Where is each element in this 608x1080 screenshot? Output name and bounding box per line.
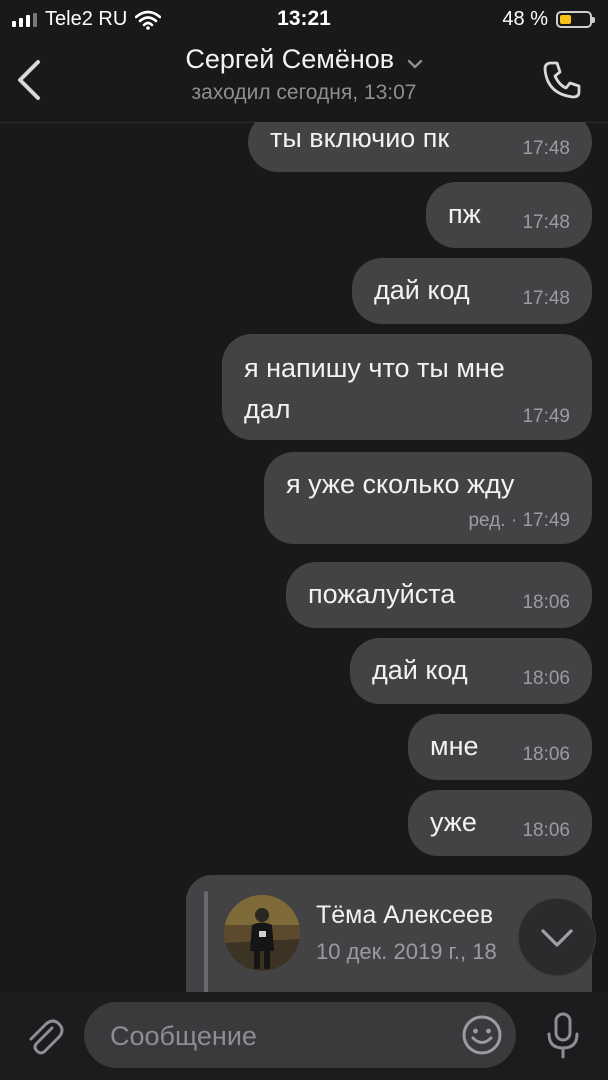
message-bubble[interactable]: уже 18:06 <box>408 790 592 856</box>
forward-quote-bar <box>204 891 208 992</box>
microphone-icon <box>547 1012 579 1059</box>
message-bubble[interactable]: дай код 18:06 <box>350 638 592 704</box>
message-bubble[interactable]: мне 18:06 <box>408 714 592 780</box>
battery-fill <box>560 15 572 24</box>
message-text: мне <box>430 731 479 761</box>
call-button[interactable] <box>540 58 584 102</box>
phone-icon <box>543 61 581 99</box>
message-time: 17:49 <box>522 406 570 427</box>
message-time: 17:48 <box>522 288 570 309</box>
message-time: 17:48 <box>522 138 570 159</box>
contact-name: Сергей Семёнов <box>185 44 395 74</box>
status-bar: Tele2 RU 13:21 48 % <box>0 0 608 40</box>
last-seen: заходил сегодня, 13:07 <box>191 81 417 104</box>
message-text: я напишу что ты мне <box>244 353 505 383</box>
message-input[interactable] <box>108 1002 450 1070</box>
avatar-photo <box>224 895 300 971</box>
message-text: дай код <box>372 655 468 685</box>
message-bubble[interactable]: я уже сколько жду ред. · 17:49 <box>264 452 592 544</box>
scroll-down-button[interactable] <box>518 898 596 976</box>
message-time: 17:48 <box>522 212 570 233</box>
composer <box>0 992 608 1080</box>
chevron-down-icon <box>541 929 573 947</box>
paperclip-icon <box>29 1019 64 1055</box>
emoji-icon <box>462 1015 502 1055</box>
chat-header: Сергей Семёнов заходил сегодня, 13:07 <box>0 40 608 123</box>
message-text-line2: дал <box>244 394 291 424</box>
message-text: пж <box>448 199 481 229</box>
forward-author: Тёма Алексеев <box>316 901 494 929</box>
message-text: я уже сколько жду <box>286 469 515 499</box>
message-bubble[interactable]: ты включио пк 17:48 <box>248 122 592 172</box>
status-right: 48 % <box>502 8 595 31</box>
avatar[interactable] <box>224 895 300 971</box>
message-text: ты включио пк <box>270 123 450 153</box>
message-time: 18:06 <box>522 744 570 765</box>
message-bubble[interactable]: пж 17:48 <box>426 182 592 248</box>
message-text: пожалуйста <box>308 579 456 609</box>
emoji-button[interactable] <box>460 1013 504 1057</box>
battery-percent: 48 % <box>502 8 548 30</box>
microphone-button[interactable] <box>540 1010 586 1062</box>
message-time: 18:06 <box>522 668 570 689</box>
message-text: уже <box>430 807 477 837</box>
message-bubble[interactable]: пожалуйста 18:06 <box>286 562 592 628</box>
message-bubble[interactable]: дай код 17:48 <box>352 258 592 324</box>
message-time: 18:06 <box>522 820 570 841</box>
message-bubble[interactable]: я напишу что ты мне дал 17:49 <box>222 334 592 440</box>
message-list[interactable]: ты включио пк 17:48 пж 17:48 дай код 17:… <box>0 122 608 992</box>
forward-date: 10 дек. 2019 г., 18 <box>316 939 497 964</box>
message-time: 18:06 <box>522 592 570 613</box>
message-time: ред. · 17:49 <box>468 510 570 531</box>
chat-title[interactable]: Сергей Семёнов заходил сегодня, 13:07 <box>0 44 608 105</box>
chevron-down-icon <box>407 59 422 68</box>
attach-button[interactable] <box>22 1014 66 1058</box>
battery-icon <box>556 11 595 28</box>
message-text: дай код <box>374 275 470 305</box>
message-input-container[interactable] <box>84 1002 516 1070</box>
